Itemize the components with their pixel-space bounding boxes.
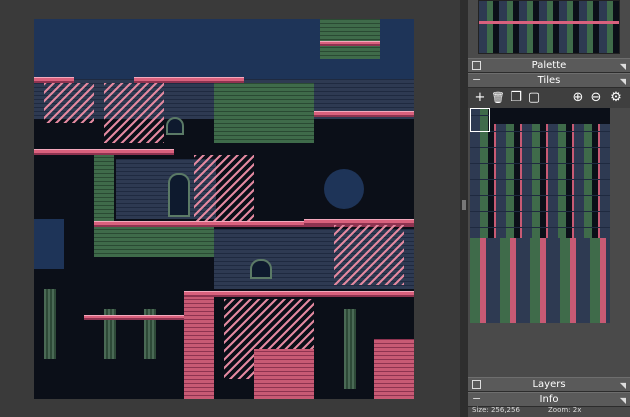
info-title: Info [539, 394, 559, 405]
info-panel: Size: 256,256 Zoom: 2x [468, 406, 630, 417]
staircase [104, 83, 164, 143]
sky-region [34, 219, 64, 269]
tileset-lower-rows [470, 238, 610, 323]
settings-icon[interactable]: ⚙ [608, 90, 624, 106]
tilemap-canvas[interactable] [34, 19, 414, 399]
layers-panel-header[interactable]: Layers ◥ [468, 377, 630, 392]
lower-green-wall [94, 227, 214, 257]
panel-menu-icon[interactable]: ◥ [620, 75, 626, 88]
zoom-readout: Zoom: 2x [548, 406, 582, 414]
delete-tile-icon[interactable]: 🗑 [490, 90, 506, 106]
add-tile-icon[interactable]: + [472, 90, 488, 106]
size-readout: Size: 256,256 [472, 406, 520, 414]
panel-float-icon[interactable] [472, 380, 481, 389]
splitter-grip[interactable] [462, 200, 466, 210]
arched-window [166, 117, 184, 135]
right-sidebar: Palette ◥ − Tiles ◥ + 🗑 ❐ ▢ ⊕ ⊖ ⚙ Layers… [468, 0, 630, 417]
info-panel-header[interactable]: − Info ◥ [468, 392, 630, 407]
zoom-out-icon[interactable]: ⊖ [588, 90, 604, 106]
lower-ledge [184, 291, 414, 297]
sky-region [324, 169, 364, 209]
minimap[interactable] [478, 0, 620, 54]
map-canvas-area[interactable] [0, 0, 460, 417]
panel-menu-icon[interactable]: ◥ [620, 60, 626, 73]
frame-icon[interactable]: ▢ [526, 90, 542, 106]
arched-window [250, 259, 272, 279]
staircase [194, 155, 254, 225]
staircase [44, 83, 94, 123]
tiles-panel-header[interactable]: − Tiles ◥ [468, 73, 630, 88]
duplicate-tile-icon[interactable]: ❐ [508, 90, 524, 106]
column [344, 309, 356, 389]
palette-panel-header[interactable]: Palette ◥ [468, 58, 630, 73]
panel-menu-icon[interactable]: ◥ [620, 379, 626, 392]
ground-ledge [84, 315, 184, 320]
panel-float-icon[interactable] [472, 61, 481, 70]
arched-window [168, 173, 190, 217]
tileset-view[interactable] [470, 108, 610, 323]
tower [320, 19, 380, 59]
collapse-icon[interactable]: − [472, 392, 481, 405]
tile-selection-cursor[interactable] [470, 108, 490, 132]
pink-rubble [254, 349, 314, 399]
panel-splitter[interactable] [460, 0, 468, 417]
tiles-toolbar: + 🗑 ❐ ▢ ⊕ ⊖ ⚙ [468, 88, 630, 108]
layers-title: Layers [532, 379, 566, 390]
tower-ledge [320, 41, 380, 46]
upper-green-wall [214, 83, 314, 143]
column [44, 289, 56, 359]
collapse-icon[interactable]: − [472, 73, 481, 86]
pink-rubble [374, 339, 414, 399]
staircase [334, 225, 404, 285]
minimap-ledge [479, 21, 619, 24]
tileset-top-row [490, 108, 610, 124]
pink-rubble [184, 297, 214, 399]
minimap-preview [479, 1, 619, 53]
zoom-in-icon[interactable]: ⊕ [570, 90, 586, 106]
tiles-title: Tiles [537, 75, 561, 86]
palette-title: Palette [531, 60, 567, 71]
